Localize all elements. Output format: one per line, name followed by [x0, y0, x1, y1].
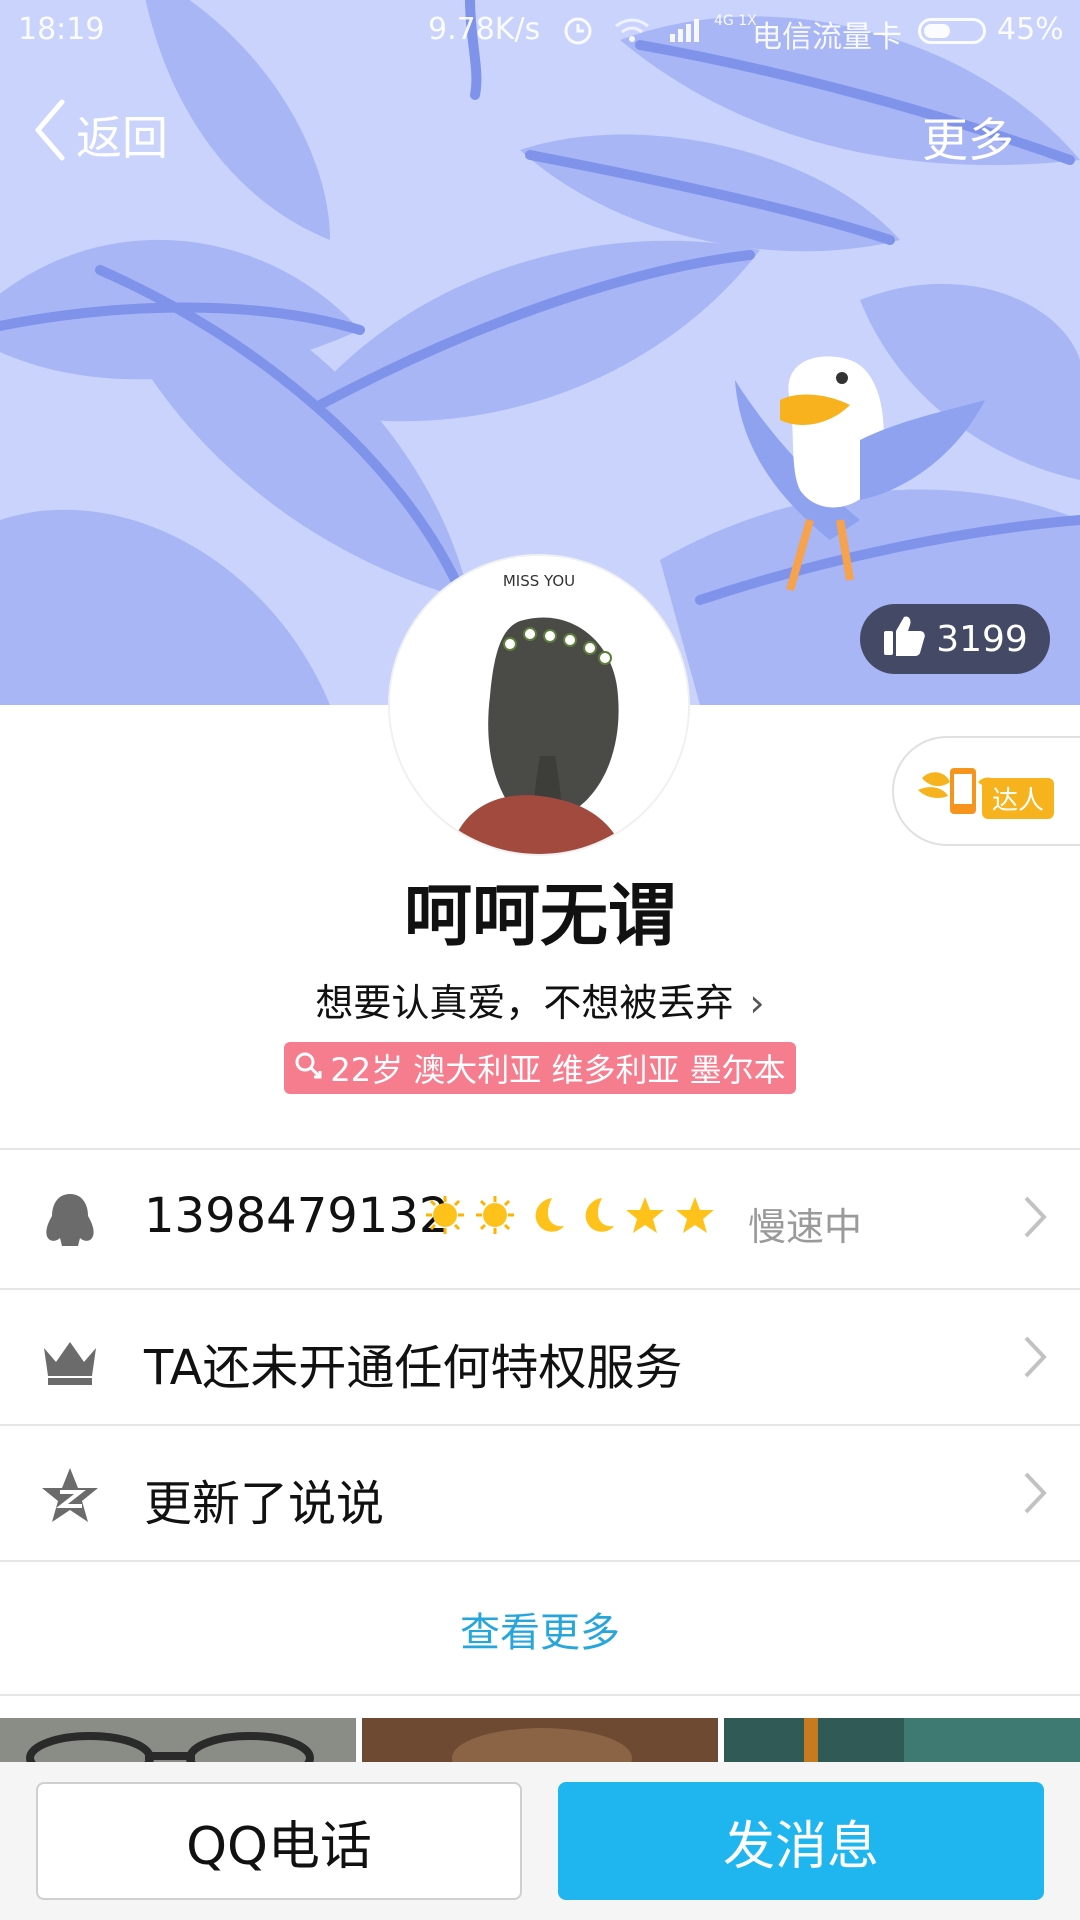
- bottom-action-bar: QQ电话 发消息: [0, 1762, 1080, 1920]
- penguin-icon: [40, 1190, 100, 1250]
- chevron-right-icon: ›: [749, 981, 765, 1025]
- photo-wall: [0, 1718, 1080, 1764]
- thumbs-up-icon: [882, 613, 926, 666]
- signature[interactable]: 想要认真爱，不想被丢弃 ›: [0, 972, 1080, 1027]
- photo-thumbnail[interactable]: [362, 1718, 718, 1764]
- status-battery: 45%: [997, 12, 1064, 47]
- chevron-left-icon: [32, 98, 66, 173]
- row-privileges[interactable]: TA还未开通任何特权服务: [0, 1290, 1080, 1426]
- avatar-image: MISS YOU: [390, 556, 688, 854]
- signal-icon: [668, 14, 708, 54]
- sun-icon: [476, 1196, 514, 1234]
- network-type-label: 4G 1X: [714, 13, 757, 29]
- info-text: 22岁 澳大利亚 维多利亚 墨尔本: [330, 1051, 786, 1089]
- status-bar: 18:19 9.78K/s 4G 1X 电信流量卡 45%: [0, 0, 1080, 62]
- photo-thumbnail[interactable]: [0, 1718, 356, 1764]
- status-net-speed: 9.78K/s: [428, 12, 541, 47]
- qq-level-icons: [424, 1194, 716, 1236]
- row-qq-level[interactable]: 1398479132 慢速中: [0, 1150, 1080, 1286]
- alarm-icon: [562, 14, 594, 54]
- like-button[interactable]: 3199: [860, 604, 1050, 674]
- divider: [0, 1560, 1080, 1562]
- qq-call-button[interactable]: QQ电话: [36, 1782, 522, 1900]
- acceleration-status: 慢速中: [748, 1205, 863, 1249]
- chevron-right-icon: [1020, 1332, 1050, 1386]
- privileges-text: TA还未开通任何特权服务: [144, 1340, 683, 1396]
- star-icon: [626, 1197, 664, 1233]
- daren-label: 达人: [982, 778, 1055, 819]
- divider: [0, 1694, 1080, 1696]
- crown-icon: [40, 1330, 100, 1390]
- chevron-right-icon: [1020, 1192, 1050, 1246]
- back-label: 返回: [76, 111, 168, 165]
- nickname: 呵呵无谓: [403, 877, 676, 956]
- sun-icon: [426, 1196, 464, 1234]
- status-carrier: 电信流量卡: [752, 20, 902, 55]
- more-button[interactable]: 更多: [922, 104, 1014, 170]
- avatar[interactable]: MISS YOU: [390, 556, 688, 854]
- qq-number: 1398479132: [144, 1188, 450, 1244]
- qzone-update-text: 更新了说说: [144, 1476, 385, 1532]
- see-more-link[interactable]: 查看更多: [0, 1600, 1080, 1658]
- daren-badge[interactable]: 达人: [892, 736, 1080, 846]
- star-icon: [676, 1197, 714, 1233]
- photo-thumbnail[interactable]: [724, 1718, 1080, 1764]
- back-button[interactable]: 返回: [32, 98, 168, 172]
- status-time: 18:19: [18, 12, 105, 47]
- row-qzone-update[interactable]: 更新了说说: [0, 1426, 1080, 1562]
- wifi-icon: [612, 14, 652, 54]
- qzone-star-icon: [40, 1466, 100, 1526]
- avatar-caption: MISS YOU: [503, 572, 575, 590]
- like-count: 3199: [936, 618, 1028, 660]
- info-tag: 22岁 澳大利亚 维多利亚 墨尔本: [284, 1042, 796, 1094]
- signature-text: 想要认真爱，不想被丢弃: [315, 981, 734, 1025]
- moon-icon: [585, 1198, 614, 1232]
- battery-icon: [918, 18, 986, 44]
- moon-icon: [535, 1198, 564, 1232]
- send-message-button[interactable]: 发消息: [558, 1782, 1044, 1900]
- gender-female-icon: [294, 1049, 322, 1087]
- chevron-right-icon: [1020, 1468, 1050, 1522]
